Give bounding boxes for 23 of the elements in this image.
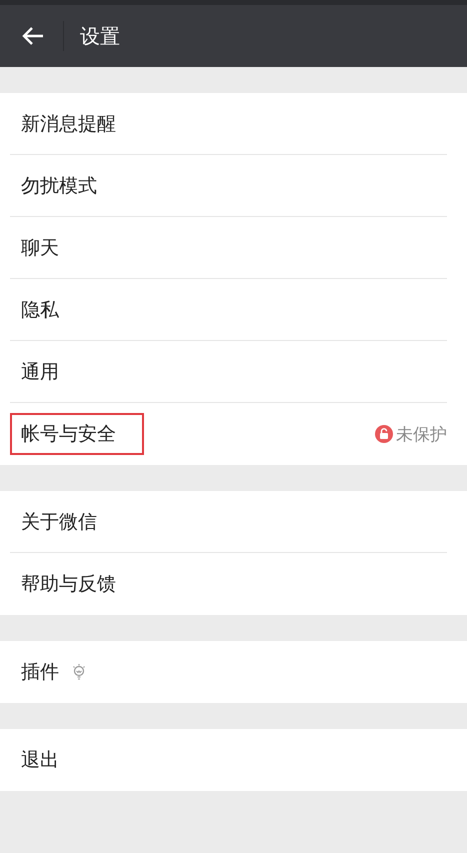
settings-item[interactable]: 聊天	[10, 217, 447, 279]
item-label: 通用	[20, 360, 60, 384]
settings-item[interactable]: 帮助与反馈	[10, 553, 447, 615]
item-label: 隐私	[20, 298, 60, 322]
status-text: 未保护	[396, 424, 447, 446]
item-label: 新消息提醒	[20, 112, 117, 136]
settings-item[interactable]: 关于微信	[10, 491, 447, 553]
item-label: 帐号与安全	[10, 413, 144, 455]
item-label: 勿扰模式	[20, 174, 98, 198]
lightbulb-icon	[72, 663, 86, 681]
page-title: 设置	[80, 22, 120, 50]
item-label: 插件	[20, 660, 60, 685]
settings-item[interactable]: 勿扰模式	[10, 155, 447, 217]
settings-item[interactable]: 帐号与安全 未保护	[10, 403, 447, 465]
lock-icon	[375, 425, 393, 443]
item-label: 关于微信	[20, 510, 98, 534]
item-label: 退出	[20, 748, 60, 773]
settings-item[interactable]: 通用	[10, 341, 447, 403]
settings-item[interactable]: 新消息提醒	[10, 93, 447, 155]
item-label: 帮助与反馈	[20, 572, 117, 597]
back-icon[interactable]	[22, 26, 44, 46]
settings-item[interactable]: 隐私	[10, 279, 447, 341]
item-label: 聊天	[20, 236, 60, 260]
